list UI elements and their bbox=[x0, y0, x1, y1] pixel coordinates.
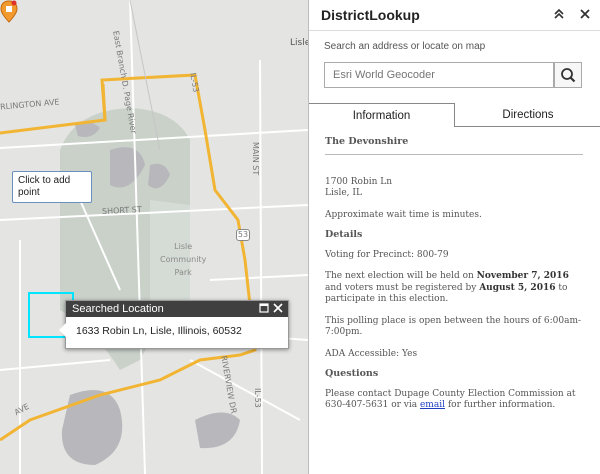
tab-directions[interactable]: Directions bbox=[455, 103, 600, 127]
location-pin-icon[interactable] bbox=[0, 0, 18, 30]
double-chevron-up-icon[interactable] bbox=[552, 8, 566, 22]
searched-location-popup: Searched Location 1633 Robin Ln, Lisle, … bbox=[59, 300, 289, 349]
email-link[interactable]: email bbox=[420, 400, 445, 410]
popup-title: Searched Location bbox=[72, 303, 164, 315]
close-icon[interactable] bbox=[578, 8, 592, 22]
map-label-main-st: MAIN ST bbox=[251, 142, 260, 176]
wait-time: Approximate wait time is minutes. bbox=[325, 209, 482, 220]
popup-header: Searched Location bbox=[66, 301, 288, 317]
tab-bar: Information Directions bbox=[309, 103, 600, 127]
details-heading: Details bbox=[325, 229, 363, 240]
address-line-2: Lisle, IL bbox=[325, 188, 362, 198]
map-label-lisle: Lisle bbox=[290, 38, 308, 48]
polling-hours: This polling place is open between the h… bbox=[325, 315, 582, 338]
precinct: Voting for Precinct: 800-79 bbox=[325, 249, 449, 260]
map-view[interactable]: East Branch D. Page River Lisle RLINGTON… bbox=[0, 0, 308, 474]
map-label-il53-south: IL-53 bbox=[253, 388, 262, 408]
maximize-icon[interactable] bbox=[259, 303, 270, 314]
search-input[interactable] bbox=[324, 62, 554, 88]
tab-information[interactable]: Information bbox=[309, 103, 455, 127]
information-content: The Devonshire 1700 Robin Ln Lisle, IL A… bbox=[325, 136, 587, 412]
map-label-park: Lisle Community Park bbox=[160, 242, 207, 277]
district-lookup-panel: DistrictLookup Search an address or loca… bbox=[308, 0, 600, 474]
place-name: The Devonshire bbox=[325, 136, 409, 147]
election-info: The next election will be held on Novemb… bbox=[325, 271, 569, 304]
search-label: Search an address or locate on map bbox=[324, 41, 486, 52]
click-to-add-tooltip: Click to add point bbox=[12, 171, 92, 203]
popup-address: 1633 Robin Ln, Lisle, Illinois, 60532 bbox=[76, 325, 242, 337]
search-button[interactable] bbox=[554, 62, 582, 88]
ada-accessible: ADA Accessible: Yes bbox=[325, 348, 418, 359]
panel-title: DistrictLookup bbox=[321, 7, 420, 23]
route-53-shield: 53 bbox=[236, 229, 250, 241]
address-line-1: 1700 Robin Ln bbox=[325, 176, 393, 187]
questions-heading: Questions bbox=[325, 368, 379, 379]
search-icon bbox=[561, 68, 576, 83]
close-icon[interactable] bbox=[273, 303, 284, 314]
contact-info: Please contact Dupage County Election Co… bbox=[325, 388, 576, 411]
